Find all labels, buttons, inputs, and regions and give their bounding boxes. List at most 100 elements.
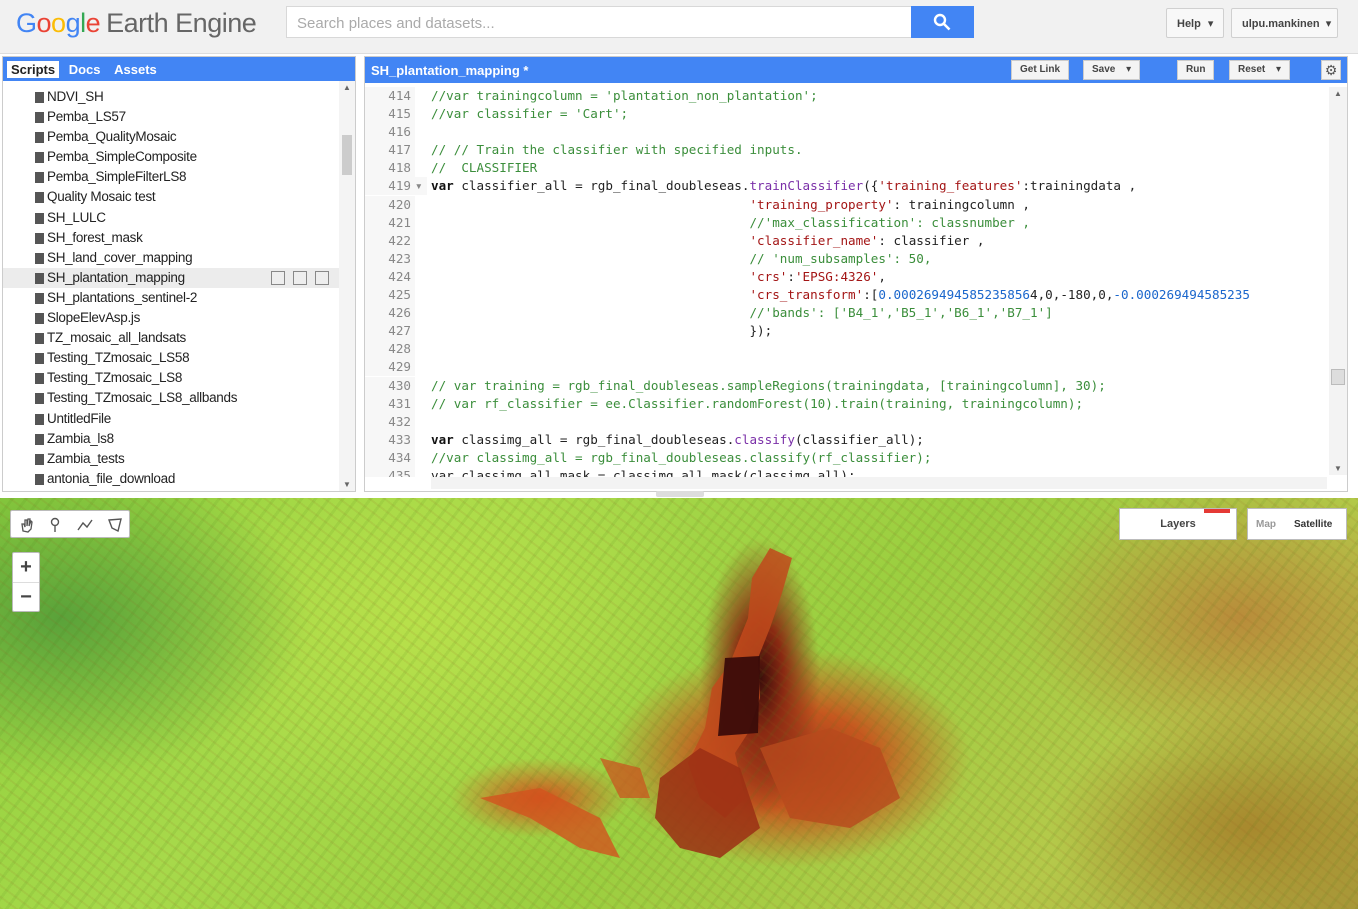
code-line[interactable]: 427 }); (365, 322, 1329, 341)
rename-icon[interactable] (293, 270, 307, 285)
file-icon (35, 172, 44, 184)
scrollbar-thumb[interactable] (342, 135, 352, 175)
script-item[interactable]: Quality Mosaic test (3, 187, 341, 207)
script-item[interactable]: TZ_mosaic_all_landsats (3, 328, 341, 348)
script-list-scrollbar[interactable]: ▲ ▼ (339, 81, 355, 491)
script-item[interactable]: SH_LULC (3, 208, 341, 228)
map-type-map[interactable]: Map (1256, 519, 1276, 530)
script-item[interactable]: SH_forest_mask (3, 228, 341, 248)
search-button[interactable] (911, 6, 974, 38)
code-line[interactable]: 416 (365, 123, 1329, 142)
script-item[interactable]: SH_plantation_mapping (3, 267, 341, 288)
script-item[interactable]: Zambia_tests (3, 449, 341, 469)
script-item[interactable]: SlopeElevAsp.js (3, 308, 341, 328)
code-line[interactable]: 432 (365, 412, 1329, 431)
script-item[interactable]: UntitledFile (3, 409, 341, 429)
script-name: SH_land_cover_mapping (47, 249, 193, 265)
code-area[interactable]: 414 //var trainingcolumn = 'plantation_no… (365, 87, 1329, 477)
code-text: }); (427, 322, 772, 340)
editor-vertical-scrollbar[interactable]: ▲ ▼ (1329, 87, 1347, 475)
get-link-button[interactable]: Get Link (1011, 60, 1070, 80)
zoom-in-button[interactable]: + (13, 553, 39, 582)
tab-scripts[interactable]: Scripts (7, 61, 60, 78)
script-item[interactable]: SH_land_cover_mapping (3, 248, 341, 268)
code-line[interactable]: 429 (365, 358, 1329, 377)
code-line[interactable]: 421 //'max_classification': classnumber … (365, 213, 1329, 232)
share-icon[interactable] (271, 270, 285, 285)
code-line[interactable]: 419 ▾ var classifier_all = rgb_final_doubl… (365, 177, 1329, 196)
tab-assets[interactable]: Assets (110, 61, 161, 78)
script-item[interactable]: Testing_TZmosaic_LS8 (3, 368, 341, 388)
code-text: var classimg_all_mask = classimg_all.mas… (427, 467, 856, 477)
code-line[interactable]: 417 // // Train the classifier with speci… (365, 141, 1329, 160)
gear-icon[interactable]: ⚙ (1321, 60, 1341, 80)
script-name: SH_plantations_sentinel-2 (47, 289, 198, 305)
script-list: NDVI_SH Pemba_LS57 Pemba_QualityMosaic Pemb… (3, 81, 341, 491)
script-item[interactable]: Pemba_SimpleComposite (3, 147, 341, 167)
marker-icon-glyph (50, 517, 60, 532)
reset-button[interactable]: Reset ▾ (1229, 60, 1291, 80)
map-type-satellite[interactable]: Satellite (1294, 519, 1332, 530)
code-line[interactable]: 431 // var rf_classifier = ee.Classifier.… (365, 394, 1329, 413)
delete-icon[interactable] (315, 270, 329, 285)
script-item[interactable]: Zambia_ls8 (3, 429, 341, 449)
fold-toggle-icon[interactable]: ▾ (415, 177, 427, 196)
panel-resize-handle[interactable] (656, 491, 704, 497)
code-token: 0.000269494585235856 (878, 287, 1031, 303)
code-text: //'bands': ['B4_1','B5_1','B6_1','B7_1'] (427, 304, 1052, 322)
code-line[interactable]: 422 'classifier_name': classifier , (365, 231, 1329, 250)
code-line[interactable]: 418 // CLASSIFIER (365, 159, 1329, 178)
line-number: 430 (365, 376, 415, 395)
line-icon[interactable] (75, 515, 95, 535)
layers-button[interactable]: Layers (1119, 508, 1237, 540)
search-input[interactable]: Search places and datasets... (286, 6, 912, 38)
code-line[interactable]: 415 //var classifier = 'Cart'; (365, 105, 1329, 124)
scroll-up-icon[interactable]: ▲ (343, 83, 351, 92)
hand-icon[interactable] (17, 515, 37, 535)
code-line[interactable]: 414 //var trainingcolumn = 'plantation_no… (365, 87, 1329, 105)
earth-engine-logo[interactable]: Google Earth Engine (16, 8, 257, 39)
code-token: -0.000269494585235 (1113, 287, 1250, 303)
code-line[interactable]: 420 'training_property': trainingcolumn … (365, 195, 1329, 214)
zoom-out-button[interactable]: − (13, 582, 39, 611)
script-item[interactable]: SH_plantations_sentinel-2 (3, 288, 341, 308)
code-line[interactable]: 428 (365, 340, 1329, 359)
script-item[interactable]: NDVI_SH (3, 87, 341, 107)
scrollbar-thumb[interactable] (1331, 369, 1345, 385)
code-line[interactable]: 433 var classimg_all = rgb_final_doublese… (365, 430, 1329, 449)
code-line[interactable]: 424 'crs':'EPSG:4326', (365, 267, 1329, 286)
code-line[interactable]: 434 //var classimg_all = rgb_final_double… (365, 448, 1329, 467)
script-item[interactable]: antonia_file_download (3, 469, 341, 489)
help-button[interactable]: Help ▾ (1166, 8, 1224, 38)
user-account-button[interactable]: ulpu.mankinen ▾ (1231, 8, 1338, 38)
code-line[interactable]: 425 'crs_transform':[0.00026949458523585… (365, 286, 1329, 305)
code-line[interactable]: 426 //'bands': ['B4_1','B5_1','B6_1','B7… (365, 304, 1329, 323)
script-item[interactable]: Testing_TZmosaic_LS8_allbands (3, 388, 341, 408)
code-text: //'max_classification': classnumber , (427, 214, 1030, 232)
polygon-icon[interactable] (105, 515, 125, 535)
line-number: 419 (365, 177, 415, 196)
script-item[interactable]: Pemba_SimpleFilterLS8 (3, 167, 341, 187)
scroll-down-icon[interactable]: ▼ (343, 480, 351, 489)
map-view[interactable]: + − Layers Map Satellite (0, 498, 1358, 909)
script-item[interactable]: Pemba_LS57 (3, 107, 341, 127)
script-item[interactable]: Pemba_QualityMosaic (3, 127, 341, 147)
code-token: 'crs_transform' (749, 287, 864, 303)
tab-docs[interactable]: Docs (65, 61, 105, 78)
run-button[interactable]: Run (1177, 60, 1215, 80)
code-line[interactable]: 423 // 'num_subsamples': 50, (365, 249, 1329, 268)
file-icon (35, 353, 44, 365)
code-line[interactable]: 435 var classimg_all_mask = classimg_all.… (365, 466, 1329, 477)
file-icon (35, 272, 44, 284)
scroll-down-icon[interactable]: ▼ (1334, 464, 1342, 473)
code-line[interactable]: 430 // var training = rgb_final_doublesea… (365, 376, 1329, 395)
editor-horizontal-scrollbar[interactable] (431, 477, 1327, 489)
file-icon (35, 192, 44, 204)
scroll-up-icon[interactable]: ▲ (1334, 89, 1342, 98)
marker-icon[interactable] (45, 515, 65, 535)
script-item[interactable]: Testing_TZmosaic_LS58 (3, 348, 341, 368)
reset-label: Reset (1238, 64, 1266, 75)
save-button[interactable]: Save ▾ (1083, 60, 1141, 80)
